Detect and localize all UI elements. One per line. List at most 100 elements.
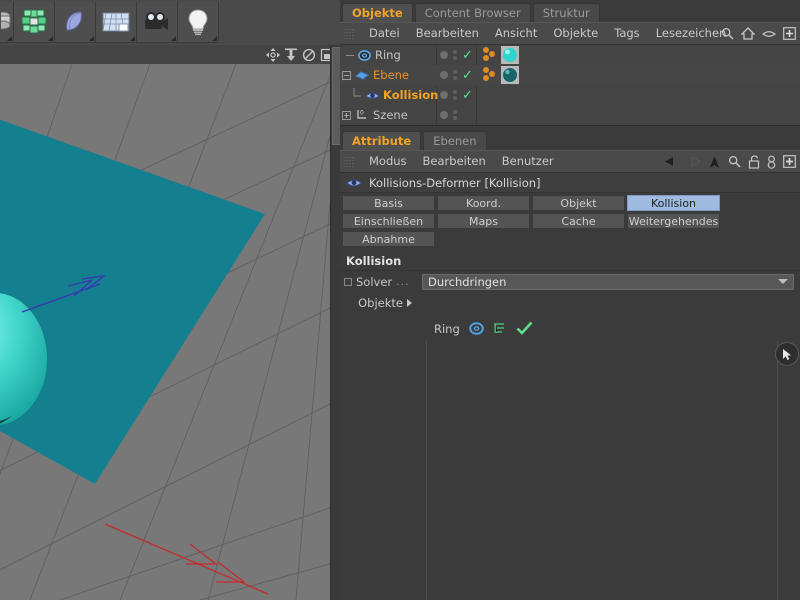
- enable-check-icon[interactable]: ✓: [462, 49, 473, 62]
- tree-row-kollision[interactable]: Kollision ✓: [340, 85, 800, 105]
- gripper-icon[interactable]: [344, 27, 355, 40]
- viewport-canvas[interactable]: [0, 64, 330, 600]
- menu-tags[interactable]: Tags: [606, 23, 647, 44]
- plus-box-icon[interactable]: [783, 27, 796, 40]
- menu-objekte[interactable]: Objekte: [545, 23, 606, 44]
- attribute-mode-buttons: Basis Koord. Objekt Kollision Einschließ…: [340, 193, 800, 252]
- linklist-left-divider: [426, 341, 427, 600]
- menu-datei[interactable]: Datei: [361, 23, 408, 44]
- enable-check-icon[interactable]: ✓: [462, 89, 473, 102]
- move-icon[interactable]: [266, 48, 280, 62]
- up-arrow-icon[interactable]: [708, 155, 721, 169]
- chevron-right-icon[interactable]: [407, 299, 412, 307]
- texture-sphere-dark-icon[interactable]: [501, 66, 519, 84]
- search-icon[interactable]: [721, 27, 734, 40]
- tab-struktur[interactable]: Struktur: [533, 3, 600, 22]
- ring-blue-icon[interactable]: [469, 321, 484, 336]
- material-tag-icon[interactable]: [482, 46, 498, 64]
- deformer-bend-icon: [61, 8, 89, 36]
- menu-bearbeiten[interactable]: Bearbeiten: [415, 151, 494, 172]
- visibility-dot-editor[interactable]: [440, 71, 448, 79]
- mode-button-basis[interactable]: Basis: [342, 195, 435, 211]
- enable-check-icon[interactable]: ✓: [462, 69, 473, 82]
- eye-icon[interactable]: [762, 29, 776, 39]
- visibility-dot-editor[interactable]: [440, 51, 448, 59]
- check-icon[interactable]: [516, 321, 533, 336]
- tab-attribute[interactable]: Attribute: [342, 131, 421, 150]
- scale-icon[interactable]: [284, 48, 298, 62]
- link-list-item-ring[interactable]: Ring: [434, 321, 533, 336]
- attribute-object-title-bar: Kollisions-Deformer [Kollision]: [340, 173, 800, 193]
- solver-checkbox[interactable]: [344, 278, 352, 286]
- mode-button-abnahme[interactable]: Abnahme: [342, 231, 435, 247]
- forward-arrow-icon[interactable]: [686, 155, 701, 168]
- rotate-icon[interactable]: [302, 48, 316, 62]
- link-icon[interactable]: [767, 155, 776, 169]
- material-tag-icon[interactable]: [482, 66, 498, 84]
- gripper-icon[interactable]: [344, 155, 355, 168]
- visibility-dots-render[interactable]: [453, 50, 457, 60]
- list-icon[interactable]: [493, 322, 507, 335]
- tree-expander-collapse[interactable]: −: [342, 71, 351, 80]
- home-icon[interactable]: [741, 27, 755, 40]
- toolbar-button-deformer-bend[interactable]: [55, 2, 96, 43]
- property-row-solver: Solver ... Durchdringen: [340, 271, 800, 292]
- mograph-cluster-icon: [20, 8, 48, 36]
- objekte-link-list-pane[interactable]: Ring: [340, 341, 800, 600]
- objekte-label: Objekte: [358, 296, 403, 310]
- tree-row-ring[interactable]: Ring ✓: [340, 45, 800, 65]
- mode-button-objekt[interactable]: Objekt: [532, 195, 625, 211]
- tree-branch-corner: [352, 88, 362, 102]
- viewport[interactable]: [0, 45, 330, 600]
- eye-deformer-icon: [365, 90, 380, 101]
- search-icon[interactable]: [728, 155, 741, 168]
- maximize-icon[interactable]: [320, 48, 330, 62]
- toolbar-button-floor-grid[interactable]: [96, 2, 137, 43]
- texture-sphere-cyan-icon[interactable]: [501, 46, 519, 64]
- eye-deformer-icon: [346, 177, 362, 189]
- mode-button-row-2: Einschließen Maps Cache Weitergehendes: [342, 213, 798, 229]
- tab-ebenen[interactable]: Ebenen: [423, 131, 486, 150]
- tree-label-kollision: Kollision: [383, 88, 438, 102]
- mode-button-weitergehendes[interactable]: Weitergehendes: [627, 213, 720, 229]
- mode-button-row-1: Basis Koord. Objekt Kollision: [342, 195, 798, 211]
- scene-icon: 0: [355, 108, 369, 122]
- chevron-down-icon: [778, 279, 788, 284]
- tree-expander-expand[interactable]: +: [342, 111, 351, 120]
- tab-objekte[interactable]: Objekte: [342, 3, 413, 22]
- mode-button-maps[interactable]: Maps: [437, 213, 530, 229]
- toolbar-button-mograph-cluster[interactable]: [14, 2, 55, 43]
- mode-button-einschliessen[interactable]: Einschließen: [342, 213, 435, 229]
- plus-box-icon[interactable]: [783, 155, 796, 168]
- viewport-nav-icons: [266, 45, 330, 64]
- tab-content-browser[interactable]: Content Browser: [415, 3, 531, 22]
- mode-button-cache[interactable]: Cache: [532, 213, 625, 229]
- tree-row-szene[interactable]: + 0 Szene: [340, 105, 800, 125]
- back-arrow-icon[interactable]: [664, 155, 679, 168]
- object-manager-menubar: Datei Bearbeiten Ansicht Objekte Tags Le…: [340, 22, 800, 45]
- visibility-dot-editor[interactable]: [440, 111, 448, 119]
- visibility-dots-render[interactable]: [453, 90, 457, 100]
- visibility-dots-render[interactable]: [453, 110, 457, 120]
- visibility-dots-render[interactable]: [453, 70, 457, 80]
- menu-benutzer[interactable]: Benutzer: [494, 151, 562, 172]
- section-title-kollision: Kollision: [340, 252, 800, 271]
- mode-button-kollision[interactable]: Kollision: [627, 195, 720, 211]
- unlock-icon[interactable]: [748, 155, 760, 169]
- toolbar-button-deformer-partial[interactable]: [0, 2, 14, 43]
- attribute-object-title: Kollisions-Deformer [Kollision]: [369, 176, 541, 190]
- mode-button-koord[interactable]: Koord.: [437, 195, 530, 211]
- viewport-3d-scene: [0, 64, 330, 600]
- visibility-dot-editor[interactable]: [440, 91, 448, 99]
- solver-value: Durchdringen: [428, 275, 506, 289]
- menu-modus[interactable]: Modus: [361, 151, 415, 172]
- menu-ansicht[interactable]: Ansicht: [487, 23, 545, 44]
- toolbar-button-light[interactable]: [178, 2, 219, 43]
- object-tree[interactable]: Ring ✓: [340, 45, 800, 126]
- svg-text:0: 0: [360, 109, 364, 116]
- pointer-cursor-button[interactable]: [775, 342, 799, 366]
- tree-row-ebene[interactable]: − Ebene ✓: [340, 65, 800, 85]
- toolbar-button-camera[interactable]: [137, 2, 178, 43]
- menu-bearbeiten[interactable]: Bearbeiten: [408, 23, 487, 44]
- solver-dropdown[interactable]: Durchdringen: [422, 274, 794, 290]
